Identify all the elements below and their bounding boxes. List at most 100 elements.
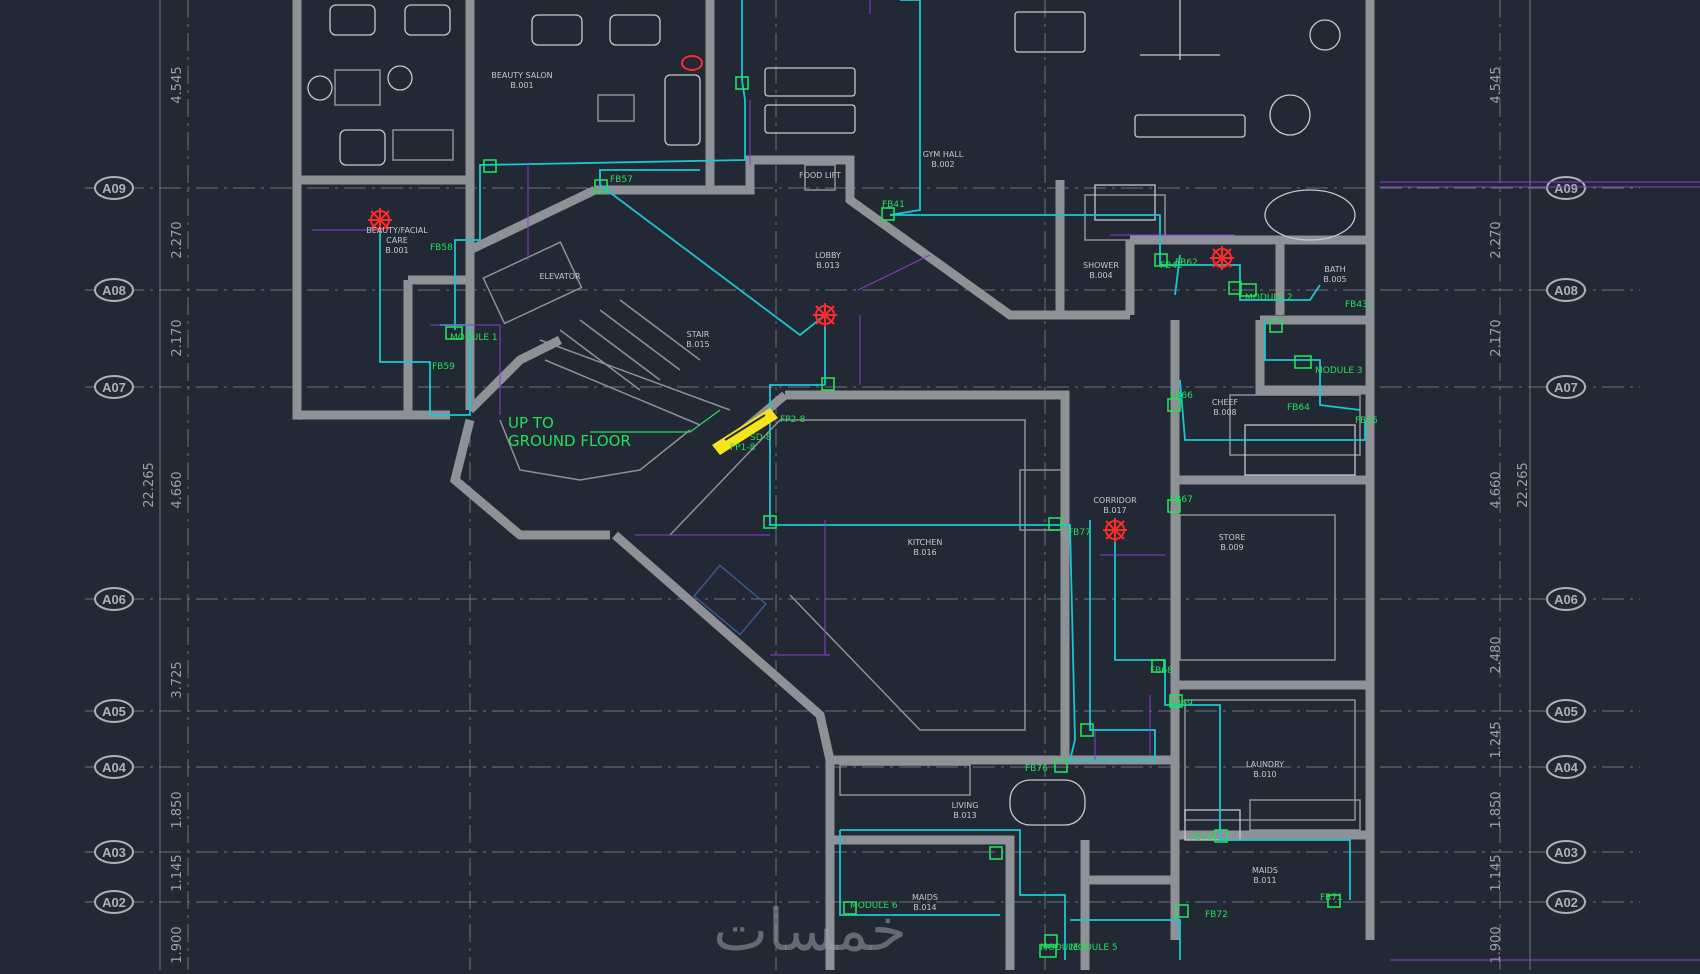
left-dimension: 4.660 — [170, 471, 185, 508]
grid-bubble-a07-right[interactable]: A07 — [1546, 375, 1586, 399]
device-tag: FB77 — [1068, 528, 1091, 538]
grid-bubble-a06-left[interactable]: A06 — [94, 587, 134, 611]
grid-bubble-text: A08 — [102, 283, 126, 298]
grid-bubble-a03-left[interactable]: A03 — [94, 840, 134, 864]
room-label: STAIRB.015 — [686, 330, 709, 349]
cad-drawing-viewport[interactable]: A09 A09 A08 A08 A07 A07 A06 A06 A05 A05 A04 A04 A03 A… — [0, 0, 1700, 970]
room-code: B.015 — [686, 340, 709, 349]
device-tag: FB41 — [882, 200, 905, 210]
room-label: BATHB.005 — [1323, 265, 1346, 284]
device-tag: FB57 — [610, 175, 633, 185]
right-dimension: 1.850 — [1489, 791, 1504, 828]
left-dimension: 1.145 — [170, 854, 185, 891]
room-label: STOREB.009 — [1219, 533, 1246, 552]
device-tag: FB69 — [1170, 699, 1193, 709]
right-dimension: 1.145 — [1489, 854, 1504, 891]
grid-bubble-a08-left[interactable]: A08 — [94, 278, 134, 302]
device-tag: MODULE 2 — [1245, 293, 1293, 303]
grid-bubble-text: A04 — [1554, 760, 1579, 775]
grid-bubble-a03-right[interactable]: A03 — [1546, 840, 1586, 864]
device-tag: FB66 — [1170, 391, 1193, 401]
room-name: BEAUTY SALON — [491, 71, 552, 80]
device-tag: FP2-8 — [780, 415, 806, 425]
room-code: B.004 — [1089, 271, 1112, 280]
grid-bubble-a05-right[interactable]: A05 — [1546, 699, 1586, 723]
grid-bubble-a02-left[interactable]: A02 — [94, 890, 134, 914]
right-total-dimension: 22.265 — [1516, 462, 1531, 508]
grid-bubble-a06-right[interactable]: A06 — [1546, 587, 1586, 611]
grid-bubble-text: A08 — [1554, 283, 1578, 298]
room-name: BEAUTY/FACIAL — [366, 226, 428, 235]
room-label: LIVINGB.013 — [952, 801, 979, 820]
left-dimension: 2.170 — [170, 319, 185, 356]
room-name: STORE — [1219, 533, 1246, 542]
right-dimension: 4.660 — [1489, 471, 1504, 508]
grid-bubble-a04-left[interactable]: A04 — [94, 755, 134, 779]
room-code: B.002 — [931, 160, 954, 169]
room-label: CHEEFB.008 — [1212, 398, 1239, 417]
room-name: BATH — [1324, 265, 1345, 274]
room-code: B.013 — [953, 811, 976, 820]
device-tag: MODULE 3 — [1315, 366, 1363, 376]
grid-bubble-text: A07 — [102, 380, 126, 395]
grid-bubble-text: A09 — [1554, 181, 1578, 196]
grid-bubble-text: A05 — [1554, 704, 1578, 719]
left-dimension: 3.725 — [170, 661, 185, 698]
grid-bubble-a09-left[interactable]: A09 — [94, 176, 134, 200]
room-name: LOBBY — [815, 251, 841, 260]
device-tag: FB58 — [430, 243, 453, 253]
grid-bubble-a05-left[interactable]: A05 — [94, 699, 134, 723]
annotation-line2: GROUND FLOOR — [508, 432, 631, 450]
room-name: GYM HALL — [923, 150, 964, 159]
grid-bubble-text: A07 — [1554, 380, 1578, 395]
room-name: LIVING — [952, 801, 979, 810]
room-code: B.013 — [816, 261, 839, 270]
device-tag: FB70 — [1190, 833, 1213, 843]
annotation-line1: UP TO — [508, 414, 554, 432]
grid-bubble-a07-left[interactable]: A07 — [94, 375, 134, 399]
grid-bubble-text: A09 — [102, 181, 126, 196]
room-name: FOOD LIFT — [799, 171, 841, 180]
grid-bubble-text: A06 — [102, 592, 126, 607]
right-dimension: 2.480 — [1489, 636, 1504, 673]
device-tag: FB43 — [1345, 300, 1368, 310]
right-dimension: 4.545 — [1489, 66, 1504, 103]
room-name: KITCHEN — [908, 538, 943, 547]
room-code: B.001 — [510, 81, 533, 90]
device-tag: FB67 — [1170, 495, 1193, 505]
device-tag: FB64 — [1287, 403, 1310, 413]
room-code: B.011 — [1253, 876, 1276, 885]
grid-bubble-text: A05 — [102, 704, 126, 719]
right-dimension: 1.245 — [1489, 721, 1504, 758]
room-code: B.017 — [1103, 506, 1126, 515]
grid-bubble-a02-right[interactable]: A02 — [1546, 890, 1586, 914]
device-tag: FB68 — [1150, 666, 1173, 676]
grid-bubble-a04-right[interactable]: A04 — [1546, 755, 1586, 779]
grid-bubble-text: A04 — [102, 760, 127, 775]
room-name: CHEEF — [1212, 398, 1239, 407]
room-name-line2: CARE — [386, 236, 408, 245]
room-label: FOOD LIFT — [799, 171, 841, 180]
drawing-background — [0, 0, 1700, 970]
floor-plan: A09 A09 A08 A08 A07 A07 A06 A06 A05 A05 A04 A04 A03 A… — [0, 0, 1700, 970]
right-dimension: 1.900 — [1489, 926, 1504, 963]
room-name: MAIDS — [912, 893, 938, 902]
grid-bubble-a08-right[interactable]: A08 — [1546, 278, 1586, 302]
room-code: B.001 — [385, 246, 408, 255]
room-name: SHOWER — [1083, 261, 1119, 270]
room-label: MAIDSB.011 — [1252, 866, 1278, 885]
grid-bubble-text: A03 — [102, 845, 126, 860]
grid-bubble-a09-right[interactable]: A09 — [1546, 176, 1586, 200]
left-total-dimension: 22.265 — [142, 462, 157, 508]
room-code: B.009 — [1220, 543, 1243, 552]
room-name: MAIDS — [1252, 866, 1278, 875]
device-tag: FB62 — [1175, 258, 1198, 268]
room-code: B.005 — [1323, 275, 1346, 284]
device-tag: MODULE 1 — [450, 333, 498, 343]
room-code: B.008 — [1213, 408, 1236, 417]
device-tag: FB76 — [1025, 764, 1048, 774]
device-tag: FB65 — [1355, 416, 1378, 426]
room-label: LOBBYB.013 — [815, 251, 841, 270]
room-code: B.016 — [913, 548, 936, 557]
grid-bubble-text: A02 — [1554, 895, 1578, 910]
